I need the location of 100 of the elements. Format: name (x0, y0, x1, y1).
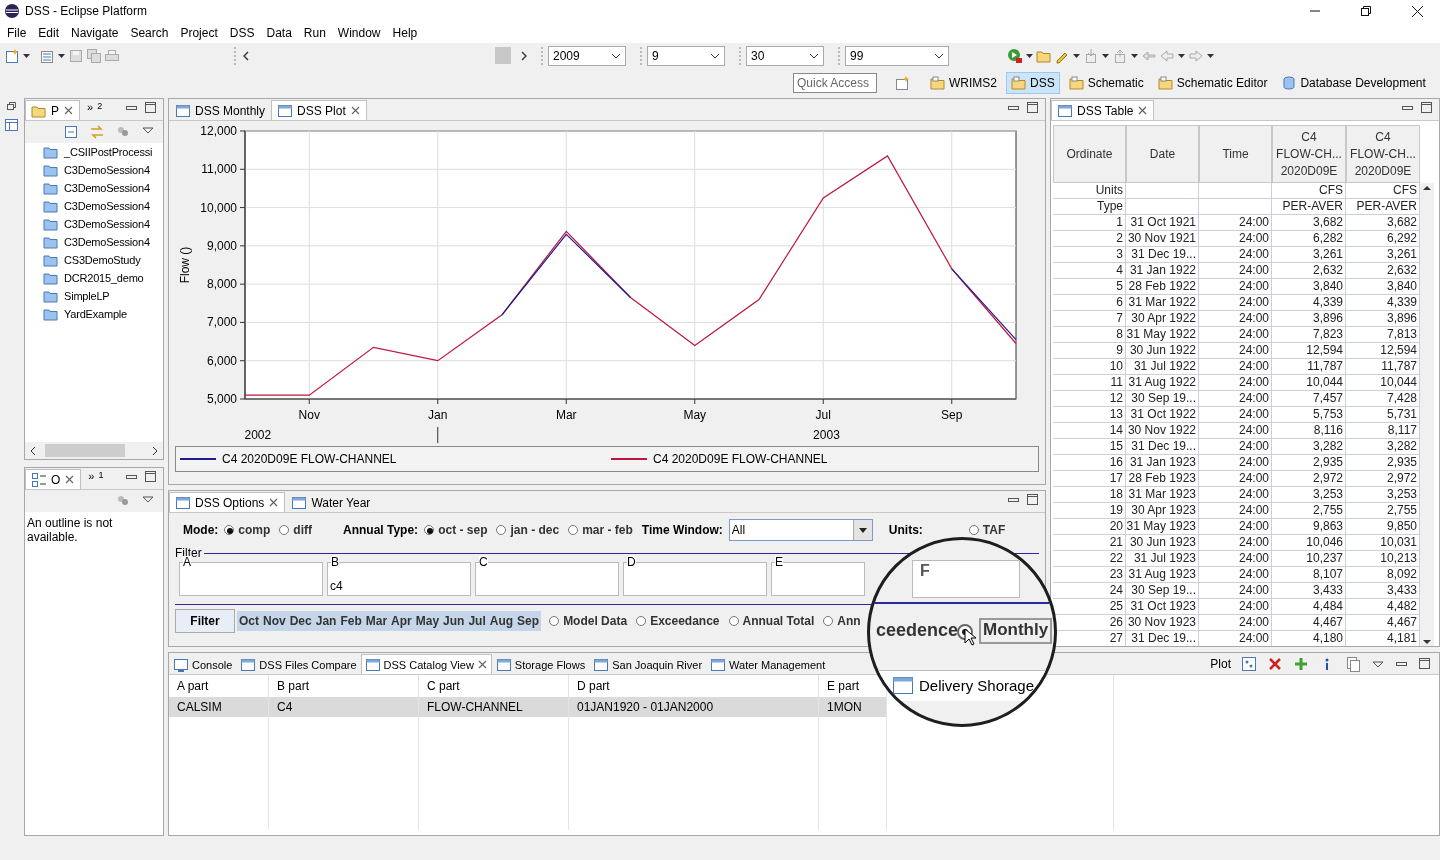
tree-item[interactable]: C3DemoSession4 (64, 218, 150, 230)
filter-field[interactable] (912, 560, 1020, 598)
table-cell: 24:00 (1199, 375, 1272, 391)
view-menu-icon[interactable] (141, 493, 155, 505)
maximize-icon[interactable] (144, 470, 157, 483)
table-cell: 30 Nov 1923 (1126, 615, 1199, 631)
column-header[interactable]: A part (177, 679, 209, 693)
view-tab[interactable]: P (25, 100, 80, 120)
scroll-thumb[interactable] (495, 47, 511, 64)
menu-item[interactable]: Project (174, 25, 224, 40)
restore-icon[interactable] (5, 101, 17, 112)
chart-icon[interactable] (1241, 655, 1257, 672)
filter-button[interactable]: Filter (175, 609, 235, 633)
radio-option[interactable]: jan - dec (496, 523, 560, 537)
scroll-left-icon[interactable] (241, 49, 251, 62)
tree-item[interactable]: C3DemoSession4 (64, 236, 150, 248)
perspective-button[interactable]: Schematic Editor (1152, 72, 1273, 94)
run-icon[interactable] (1007, 47, 1023, 64)
vertical-scrollbar[interactable] (1420, 183, 1434, 646)
scroll-left-icon[interactable] (29, 445, 37, 456)
scroll-right-icon[interactable] (151, 445, 159, 456)
menu-item[interactable]: Navigate (65, 25, 125, 40)
option-label[interactable]: Monthly (979, 618, 1053, 644)
scroll-right-icon[interactable] (519, 49, 529, 62)
copy-icon[interactable] (1345, 655, 1361, 672)
maximize-icon[interactable] (1420, 101, 1433, 114)
column-header[interactable]: D part (577, 679, 610, 693)
tree-item[interactable]: _CSIIPostProcessi (64, 146, 153, 158)
tree-item[interactable]: C3DemoSession4 (64, 200, 150, 212)
close-icon[interactable] (268, 497, 280, 508)
maximize-icon[interactable] (144, 101, 157, 114)
dropdown[interactable]: 30 (746, 45, 824, 66)
table-cell: 31 Jan 1923 (1126, 455, 1199, 471)
add-icon[interactable] (1293, 655, 1309, 672)
menu-item[interactable]: Run (297, 25, 332, 40)
radio-option[interactable]: oct - sep (424, 523, 488, 537)
table-cell: 10,213 (1346, 551, 1420, 567)
column-header[interactable]: B part (277, 679, 309, 693)
perspective-button[interactable]: DSS (1006, 72, 1060, 94)
view-tab[interactable]: DSS Table (1051, 100, 1155, 120)
horizontal-scrollbar[interactable] (25, 442, 163, 459)
quick-access-field[interactable]: Quick Access (793, 73, 877, 93)
dropdown[interactable]: 9 (647, 45, 725, 66)
maximize-icon[interactable] (1026, 493, 1039, 506)
menu-item[interactable]: Search (124, 25, 175, 40)
table-cell: 10,237 (1272, 551, 1346, 567)
view-tab[interactable]: DSS Options (169, 492, 286, 512)
tree-item[interactable]: C3DemoSession4 (64, 182, 150, 194)
radio-option[interactable]: Annual Total (728, 614, 815, 628)
menu-item[interactable]: File (1, 25, 33, 40)
radio-option[interactable]: TAF (968, 523, 1006, 537)
maximize-icon[interactable] (1418, 657, 1431, 670)
close-icon[interactable] (1137, 105, 1149, 116)
menu-item[interactable]: DSS (223, 25, 261, 40)
dropdown[interactable]: 2009 (548, 45, 626, 66)
dropdown[interactable]: 99 (845, 45, 949, 66)
column-header[interactable]: C4 FLOW-CH... 2020D09E (1346, 125, 1420, 183)
close-icon[interactable] (64, 474, 76, 485)
tree-item[interactable]: C3DemoSession4 (64, 164, 150, 176)
column-header[interactable]: Date (1126, 125, 1199, 183)
perspective-button[interactable]: Database Development (1276, 72, 1431, 94)
perspective-button[interactable]: Schematic (1063, 72, 1149, 94)
column-header[interactable]: C4 FLOW-CH... 2020D09E (1272, 125, 1346, 183)
radio-option[interactable]: Exceedance (636, 614, 720, 628)
view-tab[interactable]: O (25, 469, 82, 489)
table-cell: 31 Dec 19... (1126, 631, 1199, 646)
maximize-icon[interactable] (1026, 101, 1039, 114)
column-header[interactable]: C part (427, 679, 460, 693)
perspective-button[interactable]: WRIMS2 (925, 72, 1002, 94)
tree-item[interactable]: YardExample (64, 308, 128, 320)
menu-item[interactable]: Help (386, 25, 424, 40)
menu-item[interactable]: Data (260, 25, 298, 40)
line-series (244, 155, 1017, 396)
close-icon[interactable] (63, 105, 74, 116)
table-cell: 3,840 (1346, 279, 1420, 295)
column-header[interactable]: E part (827, 679, 859, 693)
time-window-dropdown[interactable]: All (728, 519, 873, 541)
close-icon[interactable] (476, 659, 488, 670)
column-header[interactable]: Ordinate (1053, 125, 1126, 183)
view-tab[interactable]: DSS Plot (271, 100, 367, 120)
view-menu-icon[interactable] (141, 124, 155, 136)
radio-option[interactable]: diff (279, 523, 312, 537)
view-tab[interactable]: DSS Catalog View (360, 654, 492, 674)
collapse-all-icon[interactable] (63, 124, 79, 140)
menu-item[interactable]: Window (331, 25, 387, 40)
open-perspective-icon[interactable] (895, 75, 911, 91)
column-header[interactable]: Time (1199, 125, 1272, 183)
panel-icon[interactable] (3, 118, 19, 132)
tree-item[interactable]: SimpleLP (64, 290, 110, 302)
radio-option[interactable]: mar - feb (568, 523, 633, 537)
radio-option[interactable]: comp (224, 523, 271, 537)
view-icon (240, 656, 257, 673)
close-icon[interactable] (349, 105, 361, 116)
tree-item[interactable]: CS3DemoStudy (64, 254, 141, 266)
radio-option[interactable]: Model Data (549, 614, 628, 628)
tree-item[interactable]: DCR2015_demo (64, 272, 144, 284)
delete-icon[interactable] (1267, 655, 1283, 672)
new-file-icon[interactable] (4, 47, 20, 64)
menu-item[interactable]: Edit (32, 25, 66, 40)
radio-option[interactable]: Ann (823, 614, 861, 628)
